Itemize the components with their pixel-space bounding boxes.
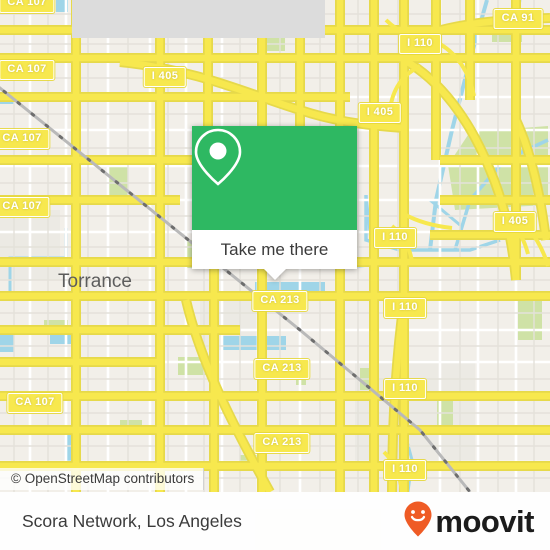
loading-tile (72, 0, 325, 38)
road-shield[interactable]: CA 107 (0, 129, 50, 149)
moovit-logo[interactable]: moovit (403, 500, 534, 543)
location-popup[interactable]: Take me there (192, 126, 357, 280)
moovit-pin-smile-icon (403, 500, 433, 543)
road-shield[interactable]: CA 107 (7, 393, 63, 413)
take-me-there-button[interactable]: Take me there (192, 230, 357, 269)
road-shield[interactable]: I 405 (143, 67, 187, 87)
road-shield[interactable]: I 405 (493, 212, 537, 232)
road-shield[interactable]: CA 107 (0, 60, 55, 80)
road-shield[interactable]: I 405 (358, 103, 402, 123)
map-canvas[interactable]: Torrance CA 107 CA 107 CA 107 CA 107 CA … (0, 0, 550, 492)
moovit-wordmark: moovit (435, 503, 534, 539)
road-shield[interactable]: CA 107 (0, 197, 50, 217)
road-shield[interactable]: CA 213 (254, 359, 310, 379)
popup-marker-area[interactable] (192, 126, 357, 230)
osm-attribution[interactable]: © OpenStreetMap contributors (0, 468, 205, 490)
road-shield[interactable]: CA 213 (252, 291, 308, 311)
road-shield[interactable]: I 110 (384, 379, 426, 399)
road-shield[interactable]: I 110 (374, 228, 416, 248)
road-shield[interactable]: CA 107 (0, 0, 55, 13)
road-shield[interactable]: I 110 (384, 298, 426, 318)
road-shield[interactable]: I 110 (399, 34, 441, 54)
popup-tail (263, 269, 286, 280)
road-shield[interactable]: I 110 (384, 460, 426, 480)
road-shield[interactable]: CA 213 (254, 433, 310, 453)
place-label-torrance: Torrance (58, 271, 132, 292)
road-shield[interactable]: CA 91 (493, 9, 543, 29)
map-screen: Torrance CA 107 CA 107 CA 107 CA 107 CA … (0, 0, 550, 550)
location-title: Scora Network, Los Angeles (22, 510, 242, 531)
footer-bar: Scora Network, Los Angeles moovit (0, 492, 550, 550)
